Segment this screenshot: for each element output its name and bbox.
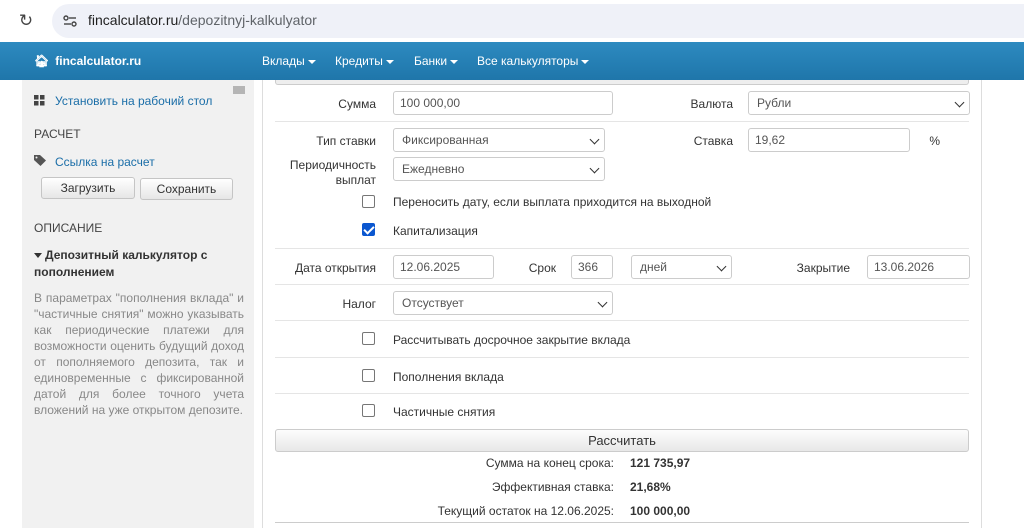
rate-label: Ставка [693, 134, 733, 148]
home-icon: 🏠︎ [34, 54, 50, 68]
divider [275, 284, 969, 285]
brand-label: fincalculator.ru [55, 54, 142, 68]
rate-type-value: Фиксированная [402, 133, 489, 147]
effective-rate-label: Эффективная ставка: [491, 480, 614, 494]
capitalization-label: Капитализация [393, 224, 478, 238]
nav-deposits-label: Вклады [262, 54, 305, 68]
reload-icon[interactable]: ↻ [16, 11, 36, 31]
tax-label: Налог [342, 297, 376, 311]
caret-down-icon [581, 59, 590, 64]
panel-top-edge [275, 80, 969, 85]
nav-all-calculators[interactable]: Все калькуляторы [477, 54, 590, 68]
chevron-down-icon [589, 163, 600, 174]
capitalization-checkbox[interactable] [362, 223, 375, 236]
deposits-label: Пополнения вклада [393, 370, 504, 384]
tax-select[interactable]: Отсуствует [393, 291, 613, 315]
term-unit-select[interactable]: дней [631, 255, 732, 279]
description-text: В параметрах "пополнения вклада" и "част… [34, 291, 244, 417]
triangle-down-icon [34, 253, 42, 259]
share-link[interactable]: Ссылка на расчет [55, 155, 155, 169]
panel-bottom-edge [275, 522, 969, 528]
divider [275, 320, 969, 321]
nav-banks-label: Банки [414, 54, 448, 68]
browser-toolbar: ↻ fincalculator.ru/depozitnyj-kalkulyato… [0, 0, 1024, 42]
early-close-label: Рассчитывать досрочное закрытие вклада [393, 333, 631, 347]
payout-period-label: Периодичность выплат [280, 158, 376, 188]
sum-label: Сумма [338, 97, 376, 111]
tax-value: Отсуствует [402, 296, 464, 310]
currency-value: Рубли [757, 96, 792, 110]
payout-period-select[interactable]: Ежедневно [393, 157, 605, 181]
url-host: fincalculator.ru [88, 12, 179, 28]
payout-period-value: Ежедневно [402, 162, 465, 176]
current-balance-label: Текущий остаток на 12.06.2025: [437, 504, 614, 518]
nav-all-calculators-label: Все калькуляторы [477, 54, 579, 68]
rate-type-label: Тип ставки [316, 134, 376, 148]
final-sum-value: 121 735,97 [630, 456, 691, 470]
sum-input[interactable]: 100 000,00 [393, 91, 613, 115]
chevron-down-icon [597, 297, 608, 308]
close-date-input[interactable]: 13.06.2026 [867, 255, 970, 279]
withdrawals-checkbox[interactable] [362, 404, 375, 417]
move-date-label: Переносить дату, если выплата приходится… [393, 195, 712, 209]
install-desktop-link[interactable]: Установить на рабочий стол [55, 94, 212, 108]
chevron-down-icon [954, 97, 965, 108]
description-heading: ОПИСАНИЕ [34, 221, 103, 235]
term-input[interactable]: 366 [571, 255, 613, 279]
tag-icon [34, 155, 46, 166]
open-date-label: Дата открытия [294, 261, 376, 275]
nav-deposits[interactable]: Вклады [262, 54, 316, 68]
address-bar[interactable]: fincalculator.ru/depozitnyj-kalkulyator [52, 4, 1024, 38]
term-unit-value: дней [640, 260, 668, 274]
final-sum-label: Сумма на конец срока: [485, 456, 614, 470]
divider [275, 248, 969, 249]
divider [275, 121, 969, 122]
rate-unit: % [929, 134, 940, 148]
divider [275, 393, 969, 394]
save-button[interactable]: Сохранить [140, 178, 233, 200]
rate-input[interactable]: 19,62 [748, 128, 910, 152]
rate-type-select[interactable]: Фиксированная [393, 128, 605, 152]
url-text: fincalculator.ru/depozitnyj-kalkulyator [88, 12, 317, 28]
brand-link[interactable]: 🏠︎ fincalculator.ru [34, 54, 141, 68]
caret-down-icon [307, 59, 316, 64]
currency-select[interactable]: Рубли [748, 91, 970, 115]
nav-credits-label: Кредиты [335, 54, 383, 68]
site-info-icon[interactable] [62, 13, 78, 29]
nav-banks[interactable]: Банки [414, 54, 459, 68]
term-label: Срок [528, 261, 556, 275]
current-balance-value: 100 000,00 [630, 504, 691, 518]
open-date-input[interactable]: 12.06.2025 [393, 255, 494, 279]
description-title-text: Депозитный калькулятор с пополнением [34, 248, 208, 279]
grid-icon [34, 95, 45, 106]
load-button[interactable]: Загрузить [41, 177, 135, 199]
site-navbar: 🏠︎ fincalculator.ru Вклады Кредиты Банки … [0, 42, 1024, 80]
currency-label: Валюта [690, 97, 733, 111]
payout-period-label-line2: выплат [335, 173, 376, 187]
deposits-checkbox[interactable] [362, 369, 375, 382]
close-date-label: Закрытие [796, 261, 850, 275]
effective-rate-value: 21,68% [630, 480, 671, 494]
payout-period-label-line1: Периодичность [289, 158, 376, 172]
move-date-checkbox[interactable] [362, 195, 375, 208]
nav-credits[interactable]: Кредиты [335, 54, 394, 68]
chevron-down-icon [589, 134, 600, 145]
divider [275, 357, 969, 358]
early-close-checkbox[interactable] [362, 332, 375, 345]
calc-section-heading: РАСЧЕТ [34, 127, 81, 141]
calculate-button[interactable]: Рассчитать [275, 429, 969, 452]
url-path: /depozitnyj-kalkulyator [178, 12, 317, 28]
chevron-down-icon [716, 261, 727, 272]
withdrawals-label: Частичные снятия [393, 405, 496, 419]
caret-down-icon [450, 59, 459, 64]
description-title[interactable]: Депозитный калькулятор с пополнением [34, 247, 248, 281]
collapse-icon[interactable] [233, 86, 245, 94]
caret-down-icon [385, 59, 394, 64]
